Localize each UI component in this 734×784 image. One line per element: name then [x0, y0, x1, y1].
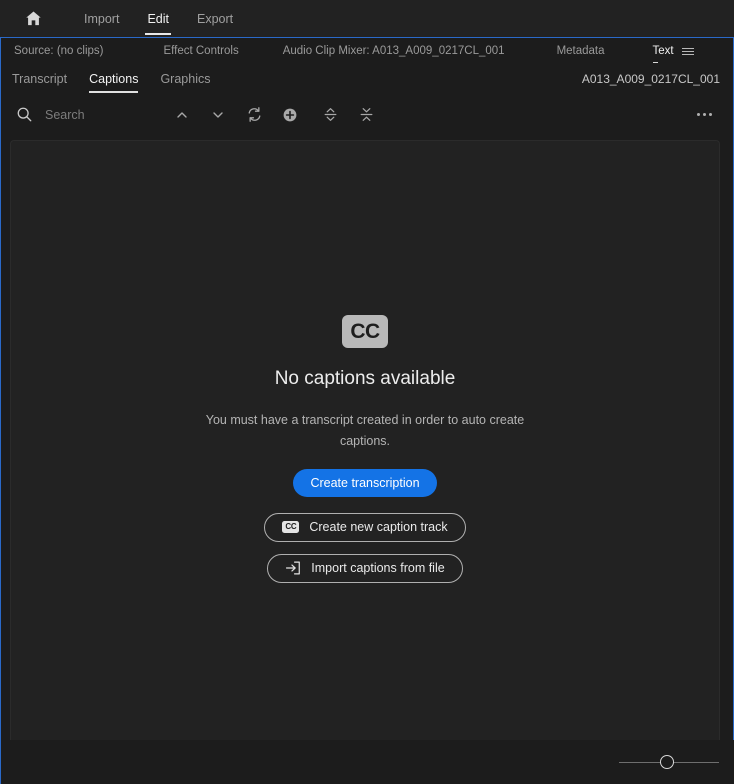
cc-badge-label: CC [350, 320, 380, 344]
plus-circle-icon[interactable] [277, 102, 303, 128]
sub-tab-graphics-label: Graphics [160, 72, 211, 86]
header-tab-export-label: Export [196, 11, 234, 26]
create-new-caption-track-label: Create new caption track [309, 520, 448, 535]
header-tab-import[interactable]: Import [70, 0, 133, 37]
search-icon[interactable] [11, 102, 37, 128]
refresh-icon[interactable] [241, 102, 267, 128]
panel-tab-metadata-label: Metadata [556, 45, 605, 57]
panel-bottom-bar [2, 740, 734, 784]
cc-badge-icon: CC [342, 315, 388, 349]
sub-tab-captions-label: Captions [89, 72, 139, 86]
sub-tab-graphics[interactable]: Graphics [160, 64, 210, 94]
sub-tab-strip: Transcript Captions Graphics A013_A009_0… [1, 64, 733, 94]
empty-state-title: No captions available [274, 368, 456, 390]
clip-name-label: A013_A009_0217CL_001 [581, 72, 720, 86]
panel-tab-source-label: Source: (no clips) [14, 45, 104, 57]
header-tab-edit-label: Edit [147, 11, 169, 26]
merge-captions-icon[interactable] [353, 102, 379, 128]
chevron-up-icon[interactable] [169, 102, 195, 128]
panel-tab-audio-clip-mixer-label: Audio Clip Mixer: A013_A009_0217CL_001 [282, 45, 505, 57]
more-options-icon[interactable] [691, 102, 717, 128]
empty-state-description: You must have a transcript created in or… [205, 413, 525, 448]
premiere-text-panel: Import Edit Export Source: (no clips) Ef… [0, 0, 734, 784]
search-input[interactable] [45, 107, 155, 122]
cc-badge-small-label: CC [285, 522, 297, 532]
cc-badge-icon: CC [282, 521, 300, 534]
sub-tab-captions[interactable]: Captions [89, 64, 139, 94]
home-icon[interactable] [22, 8, 44, 30]
chevron-down-icon[interactable] [205, 102, 231, 128]
panel-tab-text-label: Text [652, 45, 674, 57]
zoom-slider-handle[interactable] [660, 755, 674, 769]
panel-tab-effect-controls-label: Effect Controls [163, 45, 239, 57]
panel-tab-metadata[interactable]: Metadata [557, 38, 605, 64]
empty-state: CC No captions available You must have a… [200, 315, 530, 594]
captions-toolbar [1, 94, 733, 135]
panel-tab-audio-clip-mixer[interactable]: Audio Clip Mixer: A013_A009_0217CL_001 [283, 38, 505, 64]
app-header-bar: Import Edit Export [0, 0, 734, 37]
sub-tab-transcript[interactable]: Transcript [12, 64, 67, 94]
import-arrow-icon [285, 561, 301, 575]
sub-tab-transcript-label: Transcript [12, 72, 68, 86]
create-transcription-button[interactable]: Create transcription [293, 468, 437, 497]
header-tab-import-label: Import [84, 11, 120, 26]
panel-tab-source[interactable]: Source: (no clips) [14, 38, 103, 64]
text-panel: Source: (no clips) Effect Controls Audio… [0, 37, 734, 784]
hamburger-menu-icon[interactable] [681, 45, 694, 57]
create-new-caption-track-button[interactable]: CC Create new caption track [264, 512, 466, 542]
header-tab-export[interactable]: Export [183, 0, 247, 37]
panel-tab-strip: Source: (no clips) Effect Controls Audio… [1, 38, 733, 64]
header-tab-edit[interactable]: Edit [133, 0, 183, 37]
split-captions-icon[interactable] [317, 102, 343, 128]
import-captions-from-file-button[interactable]: Import captions from file [267, 553, 463, 583]
panel-tab-text[interactable]: Text [652, 38, 674, 64]
import-captions-from-file-label: Import captions from file [311, 561, 445, 576]
captions-content-area: CC No captions available You must have a… [10, 140, 720, 778]
panel-tab-effect-controls[interactable]: Effect Controls [163, 38, 238, 64]
zoom-slider[interactable] [619, 751, 719, 773]
